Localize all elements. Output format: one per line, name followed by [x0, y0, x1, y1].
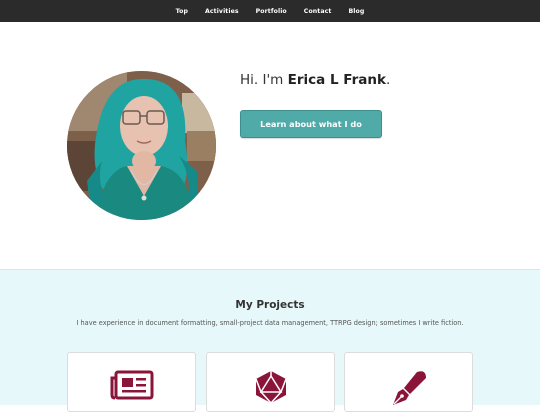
nav-link-portfolio[interactable]: Portfolio [256, 8, 287, 15]
nav-link-activities[interactable]: Activities [205, 8, 239, 15]
greeting-prefix: Hi. I'm [240, 72, 288, 88]
nav-link-blog[interactable]: Blog [348, 8, 364, 15]
project-card-ttrpg[interactable] [206, 352, 335, 412]
learn-more-button[interactable]: Learn about what I do [240, 110, 382, 138]
newspaper-icon [110, 370, 154, 404]
projects-section: My Projects I have experience in documen… [0, 269, 540, 412]
project-card-fiction[interactable] [344, 352, 473, 412]
projects-description: I have experience in document formatting… [76, 319, 464, 327]
hero-greeting: Hi. I'm Erica L Frank. [240, 72, 390, 88]
greeting-suffix: . [385, 72, 391, 88]
fountain-pen-icon [390, 370, 428, 410]
nav-link-top[interactable]: Top [176, 8, 188, 15]
profile-photo-illustration [67, 71, 216, 220]
project-card-documents[interactable] [67, 352, 196, 412]
profile-photo [67, 71, 216, 220]
top-navbar: Top Activities Portfolio Contact Blog [0, 0, 540, 22]
d20-die-icon [253, 370, 289, 408]
hero-section: Hi. I'm Erica L Frank. Learn about what … [0, 22, 540, 269]
projects-title: My Projects [235, 299, 305, 311]
hero-name: Erica L Frank [287, 72, 386, 88]
nav-link-contact[interactable]: Contact [304, 8, 332, 15]
